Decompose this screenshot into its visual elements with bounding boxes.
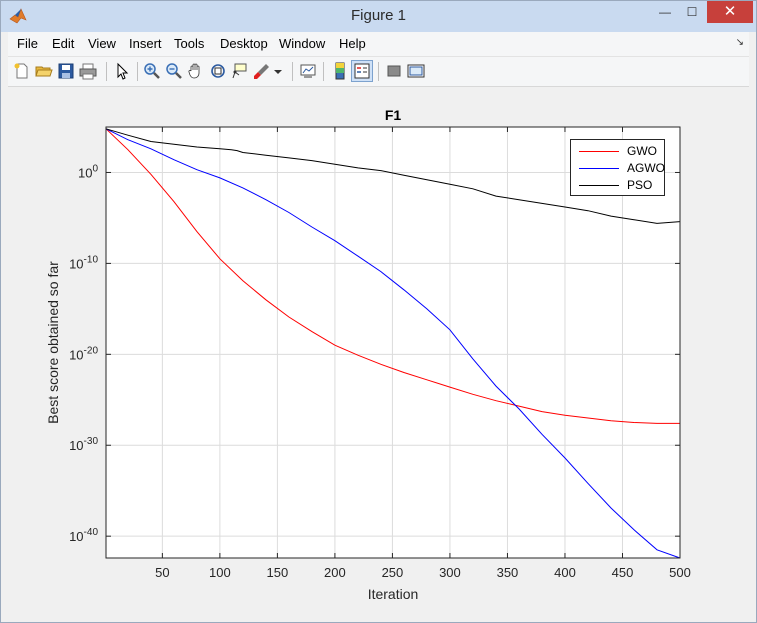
- menu-insert[interactable]: Insert: [129, 36, 162, 51]
- insert-colorbar-icon[interactable]: [330, 61, 350, 81]
- x-tick-label: 350: [497, 565, 519, 580]
- legend-line-agwo: [579, 168, 619, 169]
- chart-title: F1: [385, 107, 402, 123]
- menu-help[interactable]: Help: [339, 36, 366, 51]
- data-cursor-icon[interactable]: [230, 61, 250, 81]
- x-tick-label: 200: [324, 565, 346, 580]
- y-axis-label: Best score obtained so far: [45, 261, 61, 424]
- brush-dropdown-icon[interactable]: [272, 61, 284, 81]
- dock-arrow-icon[interactable]: ↘: [736, 37, 744, 48]
- x-tick-label: 450: [612, 565, 634, 580]
- x-axis-label: Iteration: [368, 586, 419, 602]
- y-tick-label: 10-30: [69, 436, 98, 453]
- y-tick-label: 10-20: [69, 345, 98, 362]
- link-plot-icon[interactable]: [298, 61, 318, 81]
- x-tick-label: 300: [439, 565, 461, 580]
- x-tick-label: 150: [267, 565, 289, 580]
- y-tick-label: 10-10: [69, 254, 98, 271]
- legend-line-gwo: [579, 151, 619, 152]
- save-icon[interactable]: [56, 61, 76, 81]
- x-tick-label: 100: [209, 565, 231, 580]
- toolbar-separator: [292, 62, 293, 81]
- legend-entry-pso: PSO: [577, 178, 662, 192]
- pan-icon[interactable]: [186, 61, 206, 81]
- legend-label: PSO: [627, 178, 653, 192]
- rotate-3d-icon[interactable]: [208, 61, 228, 81]
- x-tick-label: 400: [554, 565, 576, 580]
- legend-line-pso: [579, 185, 619, 186]
- pointer-icon[interactable]: [112, 61, 132, 81]
- menu-tools[interactable]: Tools: [174, 36, 204, 51]
- brush-icon[interactable]: [252, 61, 272, 81]
- menu-window[interactable]: Window: [279, 36, 325, 51]
- x-tick-label: 50: [155, 565, 169, 580]
- menu-view[interactable]: View: [88, 36, 116, 51]
- legend-entry-agwo: AGWO: [577, 161, 665, 175]
- menu-bar: File Edit View Insert Tools Desktop Wind…: [8, 32, 749, 57]
- show-plot-tools-icon[interactable]: [406, 61, 426, 81]
- toolbar-separator: [323, 62, 324, 81]
- close-button[interactable]: ✕: [707, 1, 753, 23]
- chart-legend[interactable]: GWO AGWO PSO: [570, 139, 665, 196]
- menu-desktop[interactable]: Desktop: [220, 36, 268, 51]
- title-bar[interactable]: Figure 1 — ☐ ✕: [1, 1, 756, 32]
- new-figure-icon[interactable]: [12, 61, 32, 81]
- print-icon[interactable]: [78, 61, 98, 81]
- legend-entry-gwo: GWO: [577, 144, 662, 158]
- menu-edit[interactable]: Edit: [52, 36, 74, 51]
- figure-window: Figure 1 — ☐ ✕ File Edit View Insert Too…: [0, 0, 757, 623]
- insert-legend-icon[interactable]: [351, 60, 373, 82]
- x-tick-label: 500: [669, 565, 691, 580]
- zoom-out-icon[interactable]: [164, 61, 184, 81]
- open-file-icon[interactable]: [34, 61, 54, 81]
- menu-file[interactable]: File: [17, 36, 38, 51]
- window-title: Figure 1: [350, 7, 407, 24]
- legend-label: GWO: [627, 144, 657, 158]
- hide-plot-tools-icon[interactable]: [384, 61, 404, 81]
- y-tick-label: 100: [78, 163, 98, 180]
- zoom-in-icon[interactable]: [142, 61, 162, 81]
- y-tick-label: 10-40: [69, 527, 98, 544]
- legend-label: AGWO: [627, 161, 665, 175]
- toolbar-separator: [378, 62, 379, 81]
- maximize-button[interactable]: ☐: [676, 1, 708, 23]
- toolbar-separator: [137, 62, 138, 81]
- figure-toolbar: [8, 57, 749, 87]
- x-tick-label: 250: [382, 565, 404, 580]
- toolbar-separator: [106, 62, 107, 81]
